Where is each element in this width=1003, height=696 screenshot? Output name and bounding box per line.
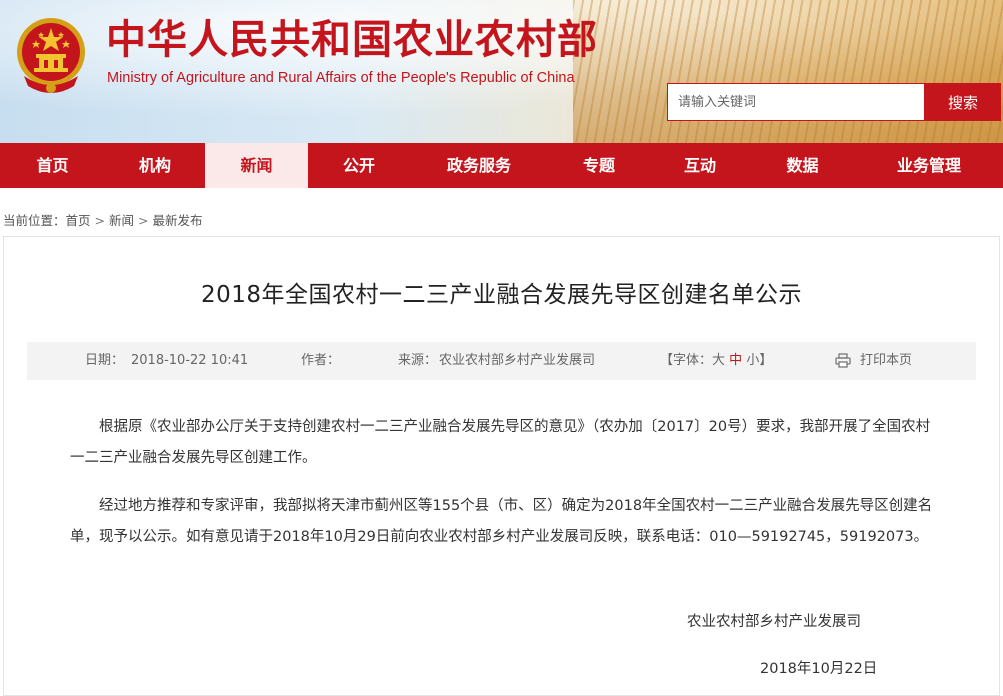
breadcrumb-news[interactable]: 新闻	[109, 213, 134, 228]
nav-item-public[interactable]: 公开	[308, 143, 410, 188]
font-size-control: 【字体：大 中 小】	[660, 342, 772, 380]
article-paragraph: 经过地方推荐和专家评审，我部拟将天津市蓟州区等155个县（市、区）确定为2018…	[70, 498, 933, 545]
nav-item-business-management[interactable]: 业务管理	[855, 143, 1003, 188]
article-paragraph: 根据原《农业部办公厅关于支持创建农村一二三产业融合发展先导区的意见》（农办加〔2…	[70, 419, 931, 466]
main-nav: 首页 机构 新闻 公开 政务服务 专题 互动 数据 业务管理	[0, 143, 1003, 188]
printer-icon[interactable]	[835, 353, 851, 368]
search-input[interactable]	[667, 83, 925, 121]
font-size-label: 【字体：	[660, 353, 713, 368]
article-meta-bar: 日期： 2018-10-22 10:41 作者： 来源： 农业农村部乡村产业发展…	[27, 342, 976, 380]
font-size-medium[interactable]: 中	[729, 353, 742, 368]
font-size-close: 】	[759, 353, 773, 368]
nav-item-government-services[interactable]: 政务服务	[410, 143, 548, 188]
nav-item-home[interactable]: 首页	[0, 143, 105, 188]
search-button[interactable]: 搜索	[925, 83, 1001, 121]
breadcrumb-separator: >	[94, 213, 106, 228]
publish-date: 2018-10-22 10:41	[131, 353, 249, 368]
breadcrumb-home[interactable]: 首页	[66, 213, 91, 228]
site-title-english[interactable]: Ministry of Agriculture and Rural Affair…	[107, 70, 575, 86]
nav-item-data[interactable]: 数据	[750, 143, 855, 188]
breadcrumb: 当前位置：首页 > 新闻 > 最新发布	[3, 210, 203, 229]
nav-item-news[interactable]: 新闻	[205, 143, 308, 188]
date-label: 日期：	[85, 353, 125, 368]
font-size-small[interactable]: 小	[746, 353, 759, 368]
site-title-chinese[interactable]: 中华人民共和国农业农村部	[106, 16, 598, 64]
nav-item-interaction[interactable]: 互动	[650, 143, 750, 188]
font-size-large[interactable]: 大	[712, 353, 725, 368]
article-signature: 农业农村部乡村产业发展司	[687, 614, 861, 630]
wheat-field-background	[573, 0, 1003, 143]
author-label: 作者：	[301, 353, 341, 368]
source-value: 农业农村部乡村产业发展司	[439, 353, 596, 368]
article-sign-date: 2018年10月22日	[760, 661, 878, 677]
nav-item-topics[interactable]: 专题	[548, 143, 650, 188]
source-label: 来源：	[398, 353, 438, 368]
national-emblem-icon[interactable]	[14, 14, 88, 100]
print-page-link[interactable]: 打印本页	[860, 342, 912, 380]
site-header: 中华人民共和国农业农村部 Ministry of Agriculture and…	[0, 0, 1003, 143]
breadcrumb-prefix: 当前位置：	[3, 213, 66, 228]
breadcrumb-latest[interactable]: 最新发布	[153, 213, 203, 228]
breadcrumb-separator: >	[138, 213, 149, 228]
nav-item-organization[interactable]: 机构	[105, 143, 205, 188]
article-title: 2018年全国农村一二三产业融合发展先导区创建名单公示	[200, 282, 803, 308]
